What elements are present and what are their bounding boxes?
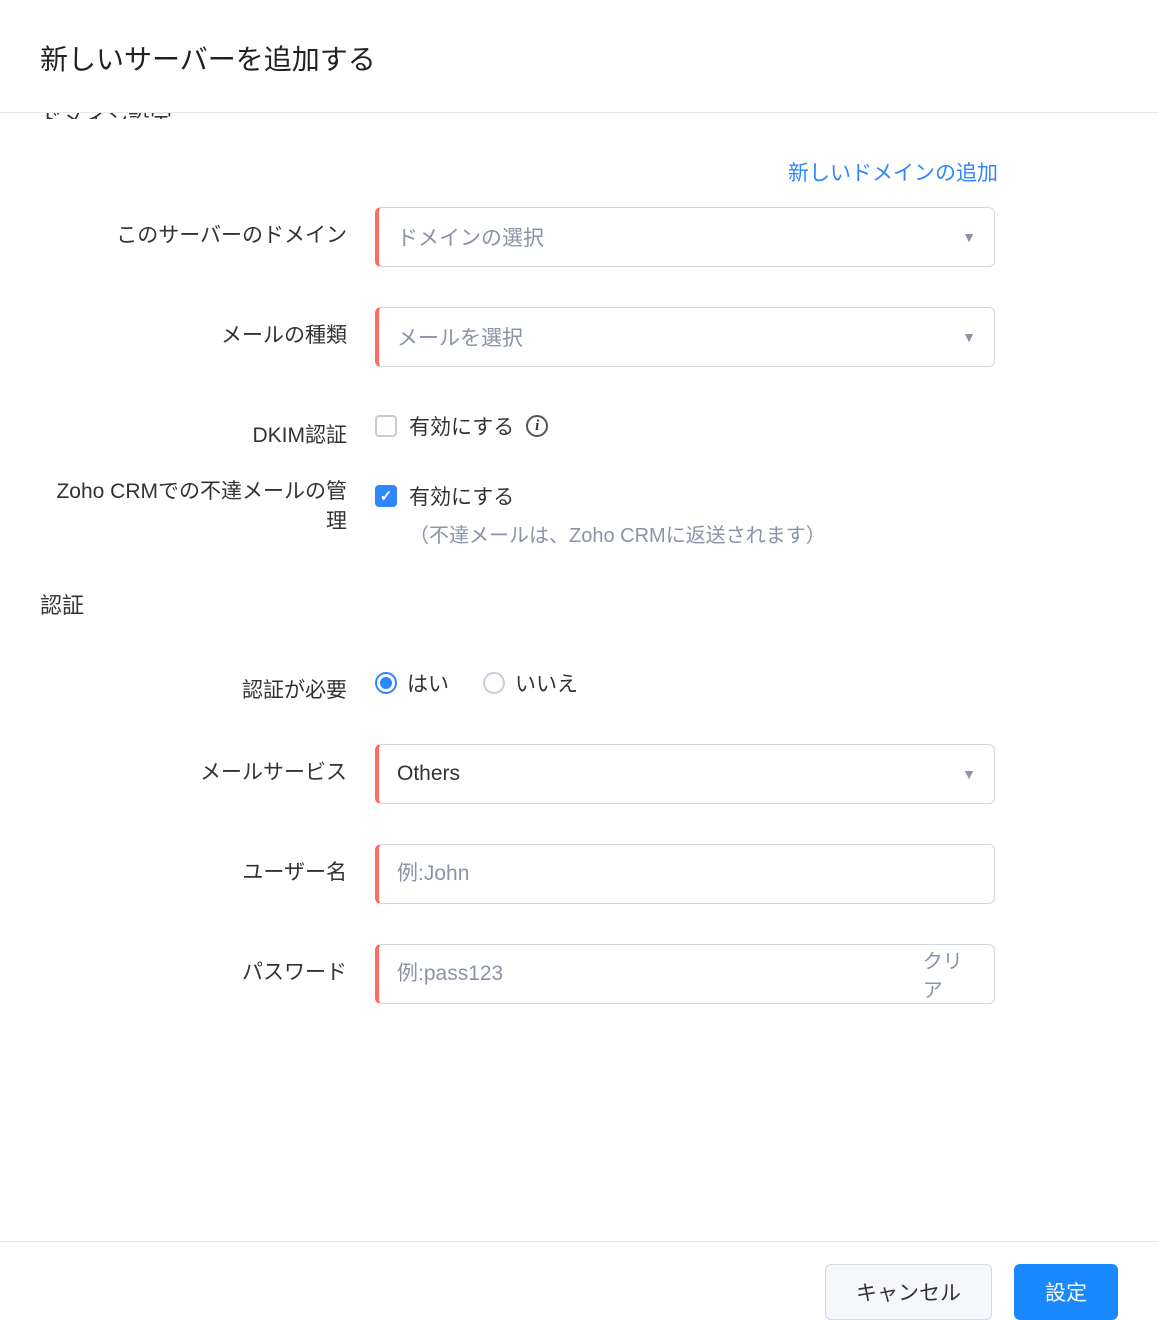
label-mail-service: メールサービス [40, 744, 375, 786]
dialog-title: 新しいサーバーを追加する [40, 38, 1118, 78]
server-domain-placeholder: ドメインの選択 [397, 222, 962, 252]
password-input-wrapper: クリア [375, 944, 995, 1004]
auth-required-yes[interactable]: はい [375, 668, 449, 698]
chevron-down-icon: ▼ [962, 229, 976, 245]
mail-type-placeholder: メールを選択 [397, 322, 962, 352]
label-dkim: DKIM認証 [40, 407, 375, 449]
dkim-checkbox[interactable] [375, 415, 397, 437]
password-clear-button[interactable]: クリア [911, 945, 976, 1003]
bounce-checkbox-label: 有効にする [409, 481, 514, 511]
password-input[interactable] [397, 945, 911, 1003]
chevron-down-icon: ▼ [962, 329, 976, 345]
section-title-auth: 認証 [40, 588, 1118, 620]
dialog-body: ドメイン設定 新しいドメインの追加 このサーバーのドメイン ドメインの選択 ▼ … [0, 113, 1158, 1241]
submit-button[interactable]: 設定 [1014, 1264, 1118, 1320]
username-input[interactable] [397, 845, 976, 903]
add-domain-link[interactable]: 新しいドメインの追加 [788, 162, 998, 185]
label-bounce-management: Zoho CRMでの不達メールの管理 [40, 477, 375, 538]
label-username: ユーザー名 [40, 844, 375, 886]
chevron-down-icon: ▼ [962, 766, 976, 782]
label-mail-type: メールの種類 [40, 307, 375, 349]
mail-type-select[interactable]: メールを選択 ▼ [375, 307, 995, 367]
dkim-checkbox-label: 有効にする [409, 411, 514, 441]
server-domain-select[interactable]: ドメインの選択 ▼ [375, 207, 995, 267]
info-icon[interactable]: i [526, 415, 548, 437]
radio-icon [375, 672, 397, 694]
mail-service-value: Others [397, 762, 962, 786]
cancel-button[interactable]: キャンセル [825, 1264, 992, 1320]
auth-required-no[interactable]: いいえ [483, 668, 578, 698]
label-auth-required: 認証が必要 [40, 662, 375, 704]
label-server-domain: このサーバーのドメイン [40, 207, 375, 249]
mail-service-select[interactable]: Others ▼ [375, 744, 995, 804]
bounce-checkbox[interactable]: ✓ [375, 485, 397, 507]
dialog-footer: キャンセル 設定 [0, 1241, 1158, 1320]
dialog-header: 新しいサーバーを追加する [0, 0, 1158, 113]
radio-label-no: いいえ [515, 668, 578, 698]
bounce-helper-text: （不達メールは、Zoho CRMに返送されます） [375, 519, 1015, 548]
radio-label-yes: はい [407, 668, 449, 698]
label-password: パスワード [40, 944, 375, 986]
radio-icon [483, 672, 505, 694]
username-input-wrapper [375, 844, 995, 904]
